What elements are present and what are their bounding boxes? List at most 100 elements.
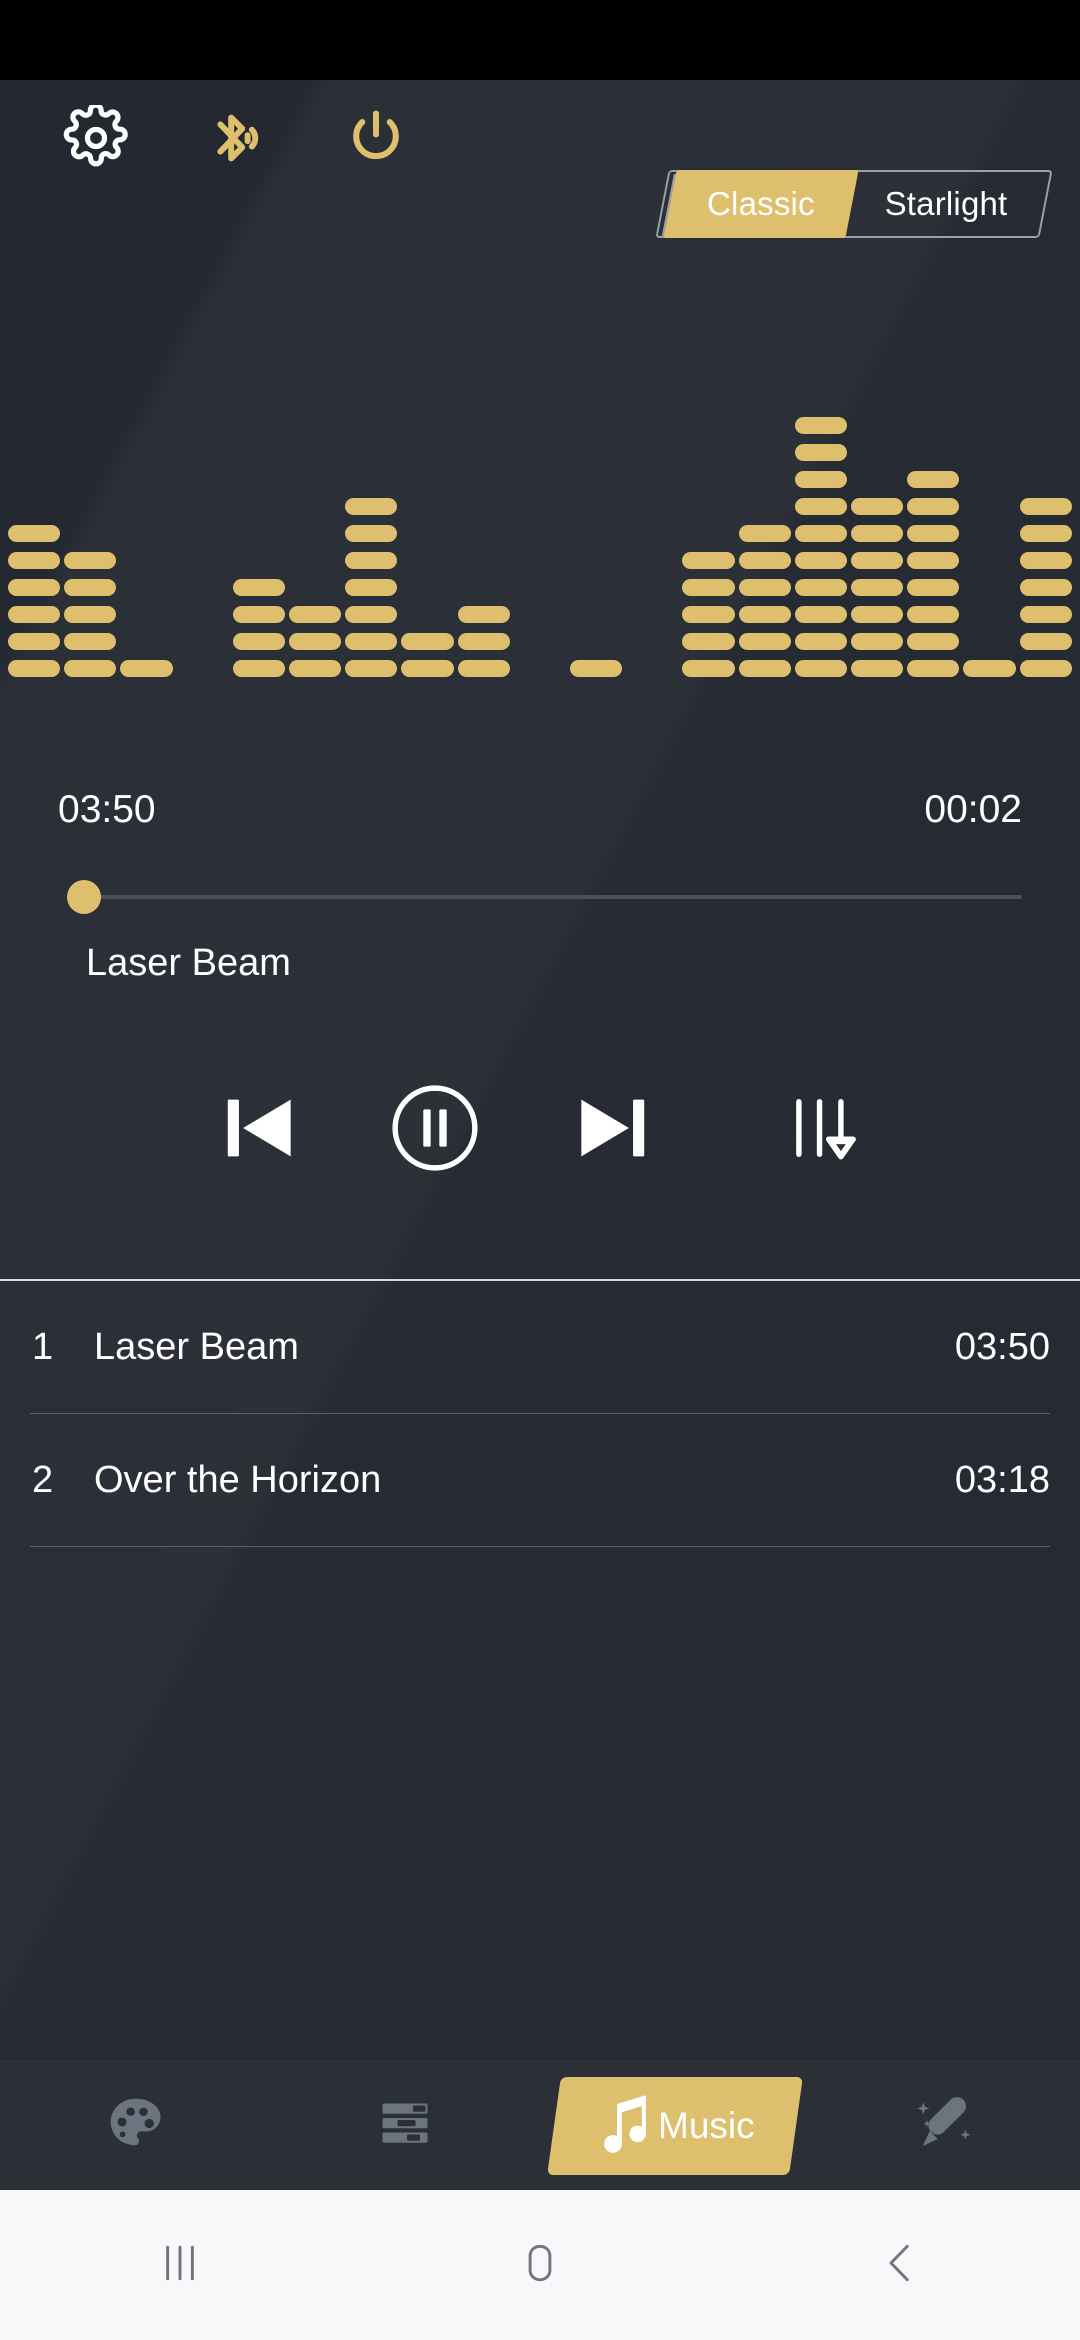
skip-previous-icon xyxy=(214,1082,306,1179)
spectrum-bar-segment xyxy=(794,498,848,515)
track-row[interactable]: 2 Over the Horizon 03:18 xyxy=(0,1414,1080,1546)
spectrum-bar-segment xyxy=(232,633,286,650)
spectrum-bar-segment xyxy=(64,633,117,650)
recents-button[interactable] xyxy=(0,2190,360,2340)
theme-switch[interactable]: Classic Starlight xyxy=(655,170,1053,238)
time-row: 03:50 00:02 xyxy=(0,780,1080,840)
spectrum-bar-segment xyxy=(794,552,848,569)
theme-option-starlight[interactable]: Starlight xyxy=(852,170,1040,238)
spectrum-bar-segment xyxy=(1019,633,1072,650)
power-icon xyxy=(343,105,409,176)
sort-order-button[interactable] xyxy=(762,1070,882,1190)
spectrum-bar-segment xyxy=(794,606,848,623)
spectrum-bar-segment xyxy=(289,606,342,623)
seek-bar[interactable] xyxy=(58,880,1022,914)
spectrum-bar-segment xyxy=(851,579,904,596)
track-title: Laser Beam xyxy=(94,1325,299,1368)
power-button[interactable] xyxy=(328,92,424,188)
theme-option-classic-label: Classic xyxy=(707,185,815,222)
sort-descending-icon xyxy=(780,1086,864,1175)
tab-theme[interactable] xyxy=(0,2061,270,2191)
tab-karaoke[interactable] xyxy=(810,2061,1080,2191)
spectrum-bar-segment xyxy=(738,606,791,623)
spectrum-bar-segment xyxy=(851,660,904,677)
home-button[interactable] xyxy=(360,2190,720,2340)
phone-screen: Classic Starlight 03:50 00:02 Laser Beam xyxy=(0,0,1080,2340)
spectrum-bar-segment xyxy=(457,606,510,623)
spectrum-bar-segment xyxy=(794,417,848,434)
spectrum-bar-segment xyxy=(345,579,398,596)
spectrum-bar-segment xyxy=(570,660,623,677)
spectrum-bar-segment xyxy=(682,633,735,650)
track-index: 2 xyxy=(32,1458,54,1501)
music-player-app: Classic Starlight 03:50 00:02 Laser Beam xyxy=(0,80,1080,2190)
seek-thumb[interactable] xyxy=(67,880,101,914)
spectrum-bar-segment xyxy=(907,471,960,488)
spectrum-bar xyxy=(345,498,398,677)
spectrum-bar-segment xyxy=(232,660,286,677)
microphone-icon xyxy=(914,2092,976,2159)
spectrum-bar-segment xyxy=(851,606,904,623)
back-button[interactable] xyxy=(720,2190,1080,2340)
spectrum-bar-segment xyxy=(682,552,735,569)
spectrum-bar-segment xyxy=(738,579,791,596)
spectrum-bar-segment xyxy=(289,660,342,677)
spectrum-bar-segment xyxy=(457,660,510,677)
spectrum-bar-segment xyxy=(794,471,848,488)
back-icon xyxy=(873,2236,927,2295)
spectrum-bar-segment xyxy=(794,579,848,596)
spectrum-bar-segment xyxy=(345,660,398,677)
next-track-button[interactable] xyxy=(552,1070,672,1190)
spectrum-bar-segment xyxy=(682,579,735,596)
spectrum-bar-segment xyxy=(1019,498,1072,515)
spectrum-bar-segment xyxy=(794,660,848,677)
spectrum-bar-segment xyxy=(1019,552,1072,569)
spectrum-bar-segment xyxy=(907,606,960,623)
track-elapsed: 00:02 xyxy=(924,788,1022,831)
play-pause-button[interactable] xyxy=(370,1065,500,1195)
spectrum-bar-segment xyxy=(963,660,1016,677)
recents-icon xyxy=(153,2236,207,2295)
track-separator xyxy=(30,1546,1050,1547)
bluetooth-button[interactable] xyxy=(188,92,284,188)
spectrum-bar xyxy=(851,498,904,677)
spectrum-bar-segment xyxy=(1019,525,1072,542)
spectrum-bar-segment xyxy=(1019,660,1072,677)
spectrum-bar xyxy=(457,606,510,677)
spectrum-bar-segment xyxy=(345,606,398,623)
spectrum-bar xyxy=(794,417,848,677)
spectrum-bar-segment xyxy=(345,552,398,569)
spectrum-bar-segment xyxy=(345,498,398,515)
spectrum-bar-segment xyxy=(851,552,904,569)
spectrum-bar-segment xyxy=(907,498,960,515)
track-title: Over the Horizon xyxy=(94,1458,382,1501)
spectrum-bar-segment xyxy=(907,525,960,542)
spectrum-bar-segment xyxy=(289,633,342,650)
spectrum-bar-segment xyxy=(232,606,286,623)
spectrum-bar-segment xyxy=(851,525,904,542)
spectrum-bar xyxy=(963,660,1016,677)
bottom-tab-bar: Music xyxy=(0,2060,1080,2190)
gear-icon xyxy=(63,101,129,176)
spectrum-bar-segment xyxy=(1019,606,1072,623)
bluetooth-audio-icon xyxy=(202,104,270,177)
spectrum-bar xyxy=(120,660,173,677)
tab-mixer[interactable] xyxy=(270,2061,540,2191)
tab-music[interactable]: Music xyxy=(540,2061,810,2191)
spectrum-bar-segment xyxy=(1019,579,1072,596)
spectrum-bar-segment xyxy=(64,552,117,569)
playback-controls xyxy=(0,1055,1080,1205)
spectrum-bar xyxy=(682,552,735,677)
spectrum-bar-segment xyxy=(64,660,117,677)
settings-button[interactable] xyxy=(48,92,144,188)
spectrum-bar-segment xyxy=(738,552,791,569)
track-row[interactable]: 1 Laser Beam 03:50 xyxy=(0,1281,1080,1413)
spectrum-bar-segment xyxy=(738,633,791,650)
previous-track-button[interactable] xyxy=(200,1070,320,1190)
track-duration: 03:50 xyxy=(954,1325,1050,1368)
theme-option-classic[interactable]: Classic xyxy=(663,170,859,238)
seek-track[interactable] xyxy=(80,895,1022,899)
tab-music-label: Music xyxy=(657,2104,755,2146)
pause-circle-icon xyxy=(383,1076,487,1185)
spectrum-bar xyxy=(8,525,61,677)
